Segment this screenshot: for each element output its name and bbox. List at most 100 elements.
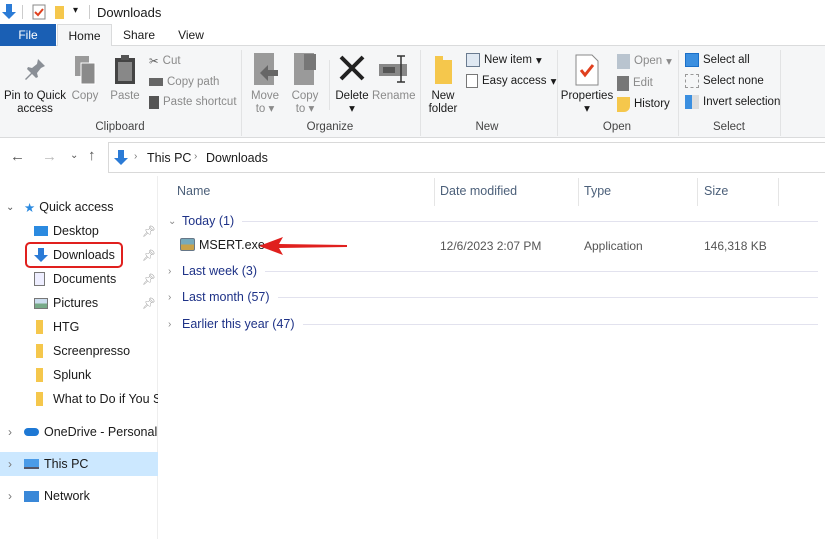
paste-button[interactable]: Paste [108, 54, 142, 103]
nav-label: What to Do if You S [53, 392, 158, 406]
documents-icon [34, 272, 45, 286]
copy-to-button[interactable]: Copy to ▾ [288, 52, 322, 116]
nav-item-what-to-do[interactable]: What to Do if You S [0, 387, 158, 411]
new-folder-button[interactable]: New folder [425, 54, 461, 116]
folder-icon [36, 344, 43, 358]
column-header-type[interactable]: Type [584, 184, 611, 198]
properties-button[interactable]: Properties ▾ [560, 54, 614, 116]
chevron-right-icon: › [134, 151, 138, 162]
new-item-button[interactable]: New item ▾ [466, 51, 542, 69]
open-button[interactable]: Open ▾ [617, 52, 672, 70]
edit-label: Edit [633, 77, 653, 89]
separator [329, 60, 330, 110]
separator [241, 50, 242, 136]
separator [678, 50, 679, 136]
easy-access-icon [466, 74, 478, 88]
nav-item-desktop[interactable]: Desktop 📌︎ [0, 219, 158, 243]
easy-access-button[interactable]: Easy access ▾ [466, 72, 556, 90]
select-all-button[interactable]: Select all [685, 51, 750, 69]
paste-icon [115, 55, 135, 84]
breadcrumb-downloads[interactable]: Downloads [206, 151, 268, 165]
address-bar[interactable]: › This PC › Downloads [108, 142, 825, 173]
separator [420, 50, 421, 136]
column-header-size[interactable]: Size [704, 184, 728, 198]
group-label: Today (1) [182, 214, 235, 228]
breadcrumb-this-pc[interactable]: This PC [147, 151, 191, 165]
organize-group-label: Organize [306, 121, 354, 133]
chevron-down-icon: ⌄ [168, 215, 177, 227]
column-header-name[interactable]: Name [177, 184, 210, 198]
copy-label: Copy [71, 90, 99, 102]
pictures-icon [34, 297, 48, 309]
chevron-right-icon: › [168, 291, 172, 303]
group-earlier-this-year[interactable]: › Earlier this year (47) [168, 313, 818, 335]
history-button[interactable]: History [617, 95, 670, 113]
tab-file[interactable]: File [0, 24, 56, 46]
pin-icon[interactable]: 📌︎ [142, 297, 156, 310]
ribbon-tabs: File Home Share View [0, 24, 825, 47]
file-list: Name Date modified Type Size ⌄ Today (1) … [160, 176, 825, 539]
cut-button[interactable]: ✂ Cut [149, 52, 181, 70]
star-icon: ★ [24, 200, 36, 215]
paste-shortcut-label: Paste shortcut [163, 96, 237, 108]
pin-icon[interactable]: 📌︎ [142, 273, 156, 286]
rename-button[interactable]: Rename [372, 52, 416, 103]
pin-icon[interactable]: 📌︎ [142, 225, 156, 238]
new-folder-label-1: New [431, 90, 455, 102]
nav-item-splunk[interactable]: Splunk [0, 363, 158, 387]
pin-to-quick-access-button[interactable]: Pin to Quick access [4, 56, 66, 116]
copy-icon [75, 56, 96, 85]
nav-item-documents[interactable]: Documents 📌︎ [0, 267, 158, 291]
rename-label: Rename [372, 90, 416, 102]
nav-item-downloads[interactable]: Downloads 📌︎ [0, 242, 158, 268]
group-last-week[interactable]: › Last week (3) [168, 260, 818, 282]
recent-locations-icon[interactable]: ⌄ [70, 150, 78, 161]
tab-share[interactable]: Share [114, 24, 164, 46]
navigation-pane: ⌄ ★ Quick access Desktop 📌︎ Downloads 📌︎ Doc… [0, 176, 158, 539]
nav-item-screenpresso[interactable]: Screenpresso [0, 339, 158, 363]
chevron-right-icon: › [8, 489, 12, 503]
invert-selection-button[interactable]: Invert selection [685, 93, 780, 111]
copy-button[interactable]: Copy [68, 54, 102, 103]
copy-path-label: Copy path [167, 76, 220, 88]
copy-path-button[interactable]: Copy path [149, 73, 219, 91]
new-folder-qat-icon[interactable] [54, 4, 66, 20]
properties-label: Properties [560, 90, 614, 102]
customize-qat-icon[interactable]: ▾ [73, 5, 78, 16]
pin-icon[interactable]: 📌︎ [142, 249, 156, 262]
separator [780, 50, 781, 136]
nav-network[interactable]: › Network [0, 484, 158, 508]
move-to-button[interactable]: Move to ▾ [248, 52, 282, 116]
paste-label: Paste [110, 90, 140, 102]
column-separator[interactable] [778, 178, 779, 206]
tab-view[interactable]: View [166, 24, 216, 46]
nav-quick-access[interactable]: ⌄ ★ Quick access [0, 195, 158, 219]
group-last-month[interactable]: › Last month (57) [168, 286, 818, 308]
file-row[interactable]: MSERT.exe 12/6/2023 2:07 PM Application … [160, 235, 825, 257]
back-icon[interactable]: ← [10, 148, 25, 165]
invert-selection-label: Invert selection [703, 96, 781, 108]
up-icon[interactable]: ↑ [88, 147, 96, 164]
column-separator[interactable] [578, 178, 579, 206]
group-today[interactable]: ⌄ Today (1) [168, 210, 818, 232]
paste-shortcut-button[interactable]: Paste shortcut [149, 93, 237, 111]
pin-label-line1: Pin to Quick [4, 90, 66, 102]
edit-icon [617, 75, 629, 91]
nav-item-htg[interactable]: HTG [0, 315, 158, 339]
tab-home[interactable]: Home [57, 24, 112, 47]
edit-button[interactable]: Edit [617, 74, 653, 92]
nav-item-pictures[interactable]: Pictures 📌︎ [0, 291, 158, 315]
nav-label: Desktop [53, 224, 99, 238]
red-arrow-annotation [259, 237, 347, 255]
select-none-button[interactable]: Select none [685, 72, 764, 90]
forward-icon[interactable]: → [42, 148, 57, 165]
nav-this-pc[interactable]: › This PC [0, 452, 158, 476]
properties-qat-icon[interactable] [32, 4, 46, 20]
scissors-icon: ✂ [149, 56, 159, 68]
column-separator[interactable] [697, 178, 698, 206]
nav-onedrive[interactable]: › OneDrive - Personal [0, 420, 158, 444]
column-header-date[interactable]: Date modified [440, 184, 517, 198]
delete-button[interactable]: Delete ▾ [333, 52, 371, 116]
column-separator[interactable] [434, 178, 435, 206]
move-to-label-2: to [255, 103, 266, 115]
